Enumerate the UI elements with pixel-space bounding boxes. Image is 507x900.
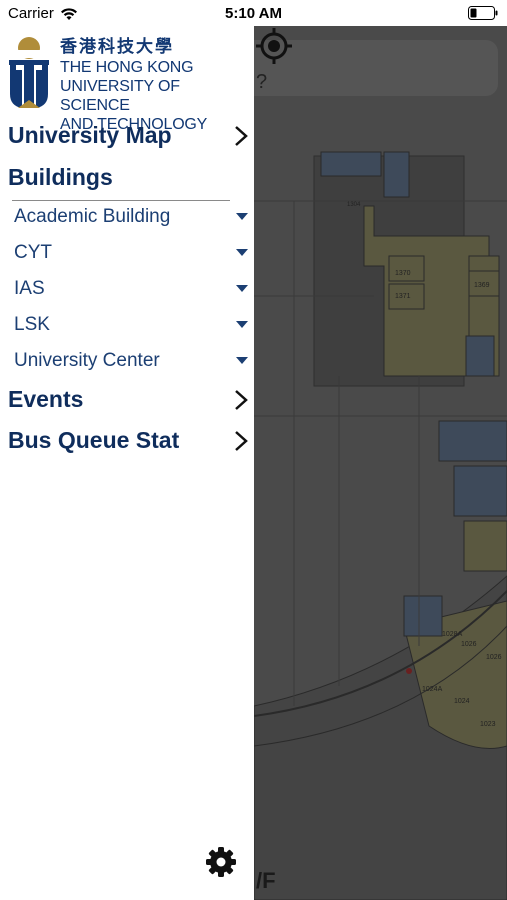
chevron-right-icon [235, 430, 248, 451]
caret-down-icon [236, 357, 248, 364]
svg-text:1371: 1371 [395, 293, 411, 300]
svg-text:1024A: 1024A [422, 686, 443, 693]
svg-text:1370: 1370 [395, 270, 411, 277]
search-hint: ? [256, 71, 268, 93]
caret-down-icon [236, 285, 248, 292]
svg-text:1024: 1024 [454, 698, 470, 705]
building-label: CYT [14, 242, 52, 263]
chevron-right-icon [235, 389, 248, 410]
gear-icon[interactable] [205, 846, 237, 878]
campus-map[interactable]: 1304 1370 1371 1369 1028A 1026 1024A 102… [254, 26, 507, 900]
locate-me-icon[interactable] [254, 26, 294, 66]
building-item-academic[interactable]: Academic Building [14, 206, 248, 228]
svg-text:1023: 1023 [480, 721, 496, 728]
svg-text:1304: 1304 [347, 202, 361, 208]
menu-item-bus-queue[interactable]: Bus Queue Stat [8, 427, 248, 454]
menu-item-university-map[interactable]: University Map [8, 122, 248, 149]
logo-text: 香港科技大學 THE HONG KONG UNIVERSITY OF SCIEN… [60, 36, 244, 134]
svg-text:1026: 1026 [461, 641, 477, 648]
building-item-lsk[interactable]: LSK [14, 314, 248, 336]
menu-item-label: Bus Queue Stat [8, 427, 180, 453]
building-item-ias[interactable]: IAS [14, 278, 248, 300]
section-title: Buildings [8, 164, 113, 190]
hkust-logo: 香港科技大學 THE HONG KONG UNIVERSITY OF SCIEN… [4, 32, 244, 133]
clock: 5:10 AM [225, 5, 282, 22]
building-item-cyt[interactable]: CYT [14, 242, 248, 264]
building-label: University Center [14, 350, 160, 371]
menu-item-events[interactable]: Events [8, 386, 248, 413]
chevron-right-icon [235, 125, 248, 146]
side-drawer: 香港科技大學 THE HONG KONG UNIVERSITY OF SCIEN… [0, 26, 254, 900]
svg-text:1369: 1369 [474, 282, 490, 289]
caret-down-icon [236, 321, 248, 328]
svg-text:1028A: 1028A [442, 631, 463, 638]
logo-english-2: UNIVERSITY OF SCIENCE [60, 78, 180, 114]
svg-text:1026: 1026 [486, 654, 502, 661]
building-label: Academic Building [14, 206, 171, 227]
caret-down-icon [236, 249, 248, 256]
menu-section-buildings: Buildings [8, 164, 248, 191]
floor-plan: 1304 1370 1371 1369 1028A 1026 1024A 102… [254, 151, 507, 900]
battery-icon [468, 6, 498, 20]
menu-item-label: University Map [8, 122, 172, 148]
logo-english-1: THE HONG KONG [60, 59, 194, 76]
building-label: IAS [14, 278, 45, 299]
floor-label[interactable]: /F [256, 868, 276, 894]
building-item-university-center[interactable]: University Center [14, 350, 248, 372]
hkust-emblem-icon [9, 37, 49, 108]
building-label: LSK [14, 314, 50, 335]
caret-down-icon [236, 213, 248, 220]
logo-chinese: 香港科技大學 [60, 37, 174, 57]
menu-item-label: Events [8, 386, 84, 412]
section-divider [12, 200, 230, 201]
status-bar: Carrier 5:10 AM [0, 0, 507, 26]
